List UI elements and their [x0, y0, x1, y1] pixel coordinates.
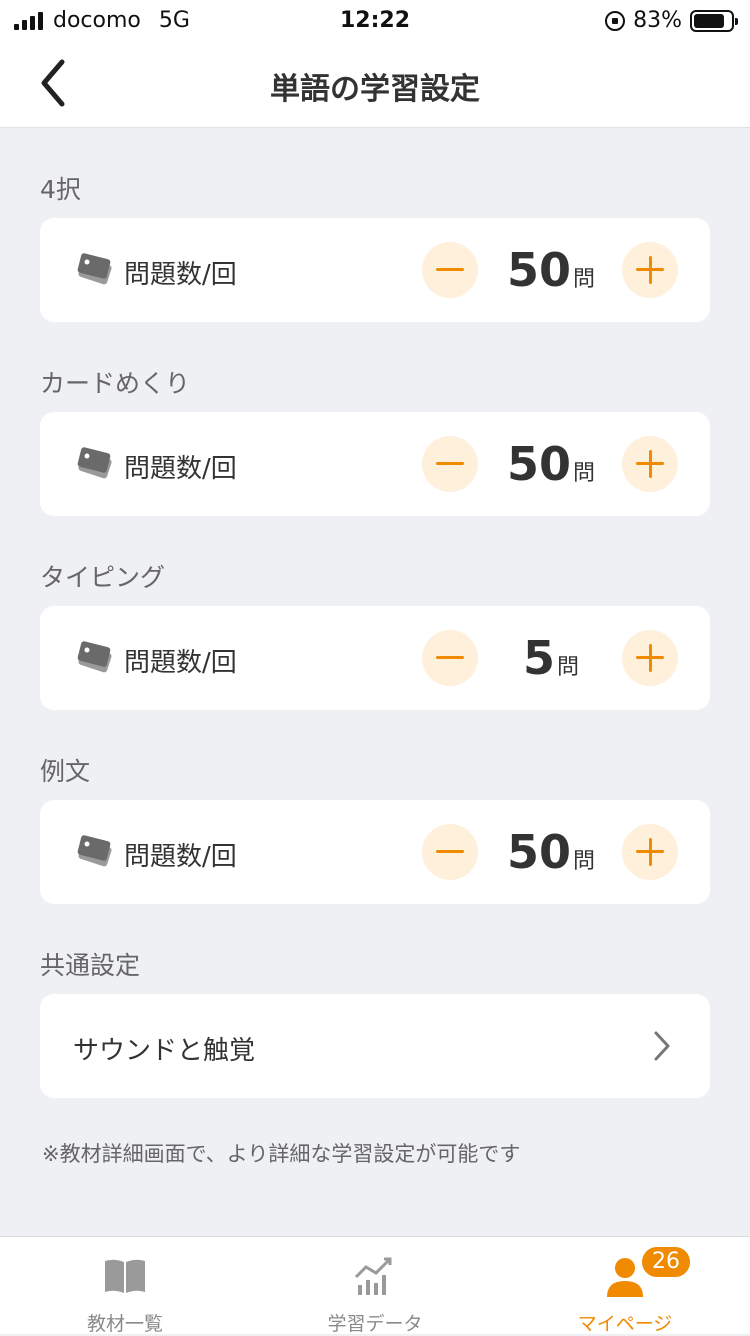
sound-haptics-row[interactable]: サウンドと触覚 [40, 994, 710, 1098]
increment-button[interactable] [622, 824, 678, 880]
value-unit: 問 [573, 267, 596, 292]
minus-icon [436, 850, 464, 853]
question-count-label: 問題数/回 [124, 454, 237, 484]
increment-button[interactable] [622, 436, 678, 492]
setting-card-typing: 問題数/回 5 問 [40, 606, 710, 710]
minus-icon [436, 656, 464, 659]
question-count-value: 50 問 [490, 434, 612, 494]
decrement-button[interactable] [422, 242, 478, 298]
setting-card-card-flip: 問題数/回 50 問 [40, 412, 710, 516]
book-icon [105, 1259, 145, 1293]
status-right: 83% [605, 8, 738, 33]
chevron-right-icon [654, 1031, 670, 1061]
question-count-label: 問題数/回 [124, 648, 237, 678]
cards-icon [77, 641, 112, 673]
decrement-button[interactable] [422, 436, 478, 492]
question-count-label: 問題数/回 [124, 842, 237, 872]
notification-badge: 26 [640, 1245, 692, 1279]
value-number: 50 [506, 437, 571, 491]
status-bar: docomo 5G 12:22 83% [0, 0, 750, 42]
battery-level [694, 13, 724, 28]
decrement-button[interactable] [422, 630, 478, 686]
battery-percent: 83% [633, 8, 682, 33]
chart-icon [354, 1257, 392, 1295]
value-unit: 問 [557, 655, 580, 680]
section-label-4choice: 4択 [40, 175, 81, 204]
question-count-value: 50 問 [490, 822, 612, 882]
cards-icon [77, 835, 112, 867]
value-number: 50 [506, 243, 571, 297]
footnote: ※教材詳細画面で、より詳細な学習設定が可能です [42, 1142, 521, 1166]
question-count-label: 問題数/回 [124, 260, 237, 290]
question-count-value: 50 問 [490, 240, 612, 300]
minus-icon [436, 268, 464, 271]
value-number: 50 [506, 825, 571, 879]
increment-button[interactable] [622, 242, 678, 298]
cards-icon [77, 253, 112, 285]
value-unit: 問 [573, 461, 596, 486]
section-label-common: 共通設定 [40, 951, 141, 980]
tab-label: 学習データ [327, 1313, 423, 1335]
cards-icon [77, 447, 112, 479]
battery-icon [690, 9, 738, 32]
section-label-example: 例文 [40, 757, 91, 786]
section-label-typing: タイピング [40, 563, 166, 592]
rotation-lock-icon [605, 10, 626, 31]
setting-card-example: 問題数/回 50 問 [40, 800, 710, 904]
minus-icon [436, 462, 464, 465]
question-count-value: 5 問 [490, 628, 612, 688]
tab-label: 教材一覧 [86, 1313, 163, 1335]
decrement-button[interactable] [422, 824, 478, 880]
section-label-card-flip: カードめくり [40, 369, 191, 398]
tab-study-data[interactable]: 学習データ [250, 1237, 500, 1335]
sound-haptics-label: サウンドと触覚 [73, 1036, 256, 1066]
value-unit: 問 [573, 849, 596, 874]
value-number: 5 [522, 631, 555, 685]
tab-label: マイページ [577, 1313, 673, 1335]
page-title: 単語の学習設定 [270, 72, 480, 107]
increment-button[interactable] [622, 630, 678, 686]
setting-card-4choice: 問題数/回 50 問 [40, 218, 710, 322]
nav-bar: 単語の学習設定 [0, 42, 750, 128]
tab-bar: 教材一覧 学習データ 26 マイページ [0, 1236, 750, 1335]
tab-my-page[interactable]: 26 マイページ [500, 1237, 750, 1335]
tab-materials[interactable]: 教材一覧 [0, 1237, 250, 1335]
